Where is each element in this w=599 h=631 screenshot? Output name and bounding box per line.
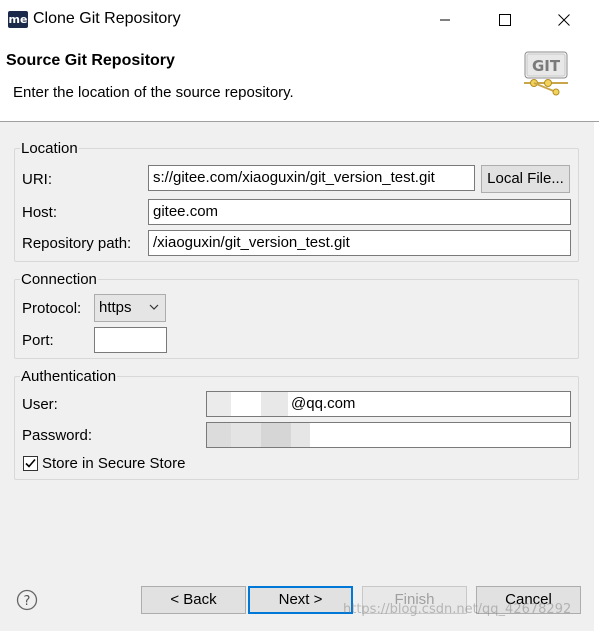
help-icon[interactable]: ?	[16, 589, 38, 611]
page-title: Source Git Repository	[6, 52, 175, 69]
repository-path-input[interactable]: /xiaoguxin/git_version_test.git	[148, 230, 571, 256]
redacted-user-mask	[207, 392, 231, 416]
next-button[interactable]: Next >	[248, 586, 353, 614]
protocol-select[interactable]: https	[94, 294, 166, 322]
minimize-button[interactable]	[422, 0, 468, 40]
port-input[interactable]	[94, 327, 167, 353]
local-file-button[interactable]: Local File...	[481, 165, 570, 193]
host-label: Host:	[22, 204, 58, 221]
redacted-password-mask	[207, 423, 231, 447]
watermark-text: https://blog.csdn.net/qq_42678292	[343, 602, 572, 617]
host-input[interactable]: gitee.com	[148, 199, 571, 225]
redacted-user-mask	[261, 392, 288, 416]
page-description: Enter the location of the source reposit…	[13, 84, 294, 101]
port-label: Port:	[22, 332, 54, 349]
password-label: Password:	[22, 427, 93, 444]
redacted-user-mask	[231, 392, 261, 416]
user-value: @qq.com	[291, 395, 356, 412]
chevron-down-icon	[149, 304, 159, 310]
authentication-group-label: Authentication	[20, 368, 118, 385]
wizard-header: Source Git Repository Enter the location…	[0, 40, 599, 122]
app-icon: me	[8, 11, 28, 28]
minimize-icon	[440, 19, 450, 21]
checkmark-icon	[25, 458, 36, 468]
protocol-label: Protocol:	[22, 300, 82, 317]
store-secure-checkbox[interactable]	[23, 456, 38, 471]
location-group-label: Location	[20, 140, 79, 157]
redacted-password-mask	[291, 423, 310, 447]
uri-label: URI:	[22, 171, 52, 188]
redacted-password-mask	[231, 423, 261, 447]
back-button[interactable]: < Back	[141, 586, 246, 614]
connection-group-label: Connection	[20, 271, 98, 288]
svg-text:?: ?	[24, 594, 31, 609]
user-label: User:	[22, 396, 58, 413]
maximize-button[interactable]	[482, 0, 528, 40]
window-title: Clone Git Repository	[33, 10, 181, 27]
title-bar: me Clone Git Repository	[0, 0, 599, 40]
close-icon	[558, 14, 570, 26]
store-secure-label[interactable]: Store in Secure Store	[42, 455, 185, 472]
redacted-password-mask	[261, 423, 291, 447]
git-logo-icon: GIT	[524, 51, 568, 96]
close-button[interactable]	[541, 0, 587, 40]
maximize-icon	[499, 14, 511, 26]
protocol-value: https	[99, 299, 132, 316]
repository-path-label: Repository path:	[22, 235, 132, 252]
git-logo-text: GIT	[532, 57, 561, 75]
uri-input[interactable]: s://gitee.com/xiaoguxin/git_version_test…	[148, 165, 475, 191]
